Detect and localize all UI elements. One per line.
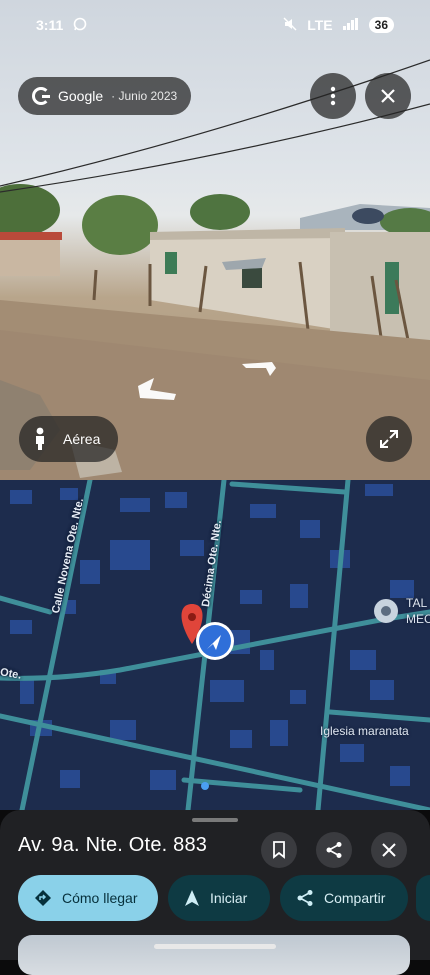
start-navigation-button[interactable]: Iniciar	[168, 875, 270, 921]
directions-button[interactable]: Cómo llegar	[18, 875, 158, 921]
share-icon-button[interactable]	[316, 832, 352, 868]
sheet-drag-handle[interactable]	[192, 818, 238, 822]
share-icon	[326, 842, 342, 858]
place-bottom-sheet[interactable]: Av. 9a. Nte. Ote. 883 Cómo llegar Inicia…	[0, 810, 430, 975]
whatsapp-icon	[73, 17, 87, 34]
bookmark-icon	[273, 841, 285, 859]
capture-date: · Junio 2023	[111, 89, 178, 103]
brand-label: Google	[58, 88, 104, 104]
more-options-button[interactable]	[310, 73, 356, 119]
status-bar: 3:11 LTE 36	[0, 0, 430, 50]
expand-icon	[380, 430, 398, 448]
directions-icon	[35, 890, 51, 906]
street-view-info-pill[interactable]: Google · Junio 2023	[18, 77, 192, 115]
share-button[interactable]: Compartir	[280, 875, 408, 921]
status-time: 3:11	[36, 17, 64, 33]
navigation-arrow-icon	[185, 890, 199, 906]
close-icon	[381, 89, 395, 103]
poi-label-church: Iglesia maranata	[320, 724, 409, 738]
street-view-panorama[interactable]: 3:11 LTE 36 Google · Junio 2023 Aérea	[0, 0, 430, 480]
fullscreen-button[interactable]	[366, 416, 412, 462]
directions-label: Cómo llegar	[62, 890, 138, 906]
aerial-label: Aérea	[63, 431, 101, 447]
close-sheet-button[interactable]	[371, 832, 407, 868]
system-gesture-bar[interactable]	[154, 944, 276, 949]
start-label: Iniciar	[210, 890, 248, 906]
poi-label-line1: TAL	[406, 596, 428, 610]
map-view[interactable]: Calle Novena Ote. Nte. Décima Ote. Nte. …	[0, 480, 430, 810]
network-label: LTE	[307, 17, 333, 33]
close-icon	[382, 843, 396, 857]
share-icon	[297, 890, 313, 906]
place-address: Av. 9a. Nte. Ote. 883	[18, 834, 208, 856]
street-scene-image	[0, 59, 430, 480]
more-vert-icon	[330, 86, 336, 106]
save-button[interactable]	[261, 832, 297, 868]
signal-icon	[342, 17, 359, 33]
poi-label-line2: MEC	[406, 612, 430, 626]
place-photo-preview[interactable]	[18, 935, 410, 975]
battery-indicator: 36	[368, 17, 394, 33]
google-g-icon	[32, 87, 50, 105]
close-street-view-button[interactable]	[365, 73, 411, 119]
mute-icon	[283, 17, 297, 34]
aerial-view-button[interactable]: Aérea	[19, 416, 119, 462]
more-actions-chip[interactable]	[416, 875, 430, 921]
share-label: Compartir	[324, 890, 386, 906]
pegman-icon	[36, 427, 44, 450]
